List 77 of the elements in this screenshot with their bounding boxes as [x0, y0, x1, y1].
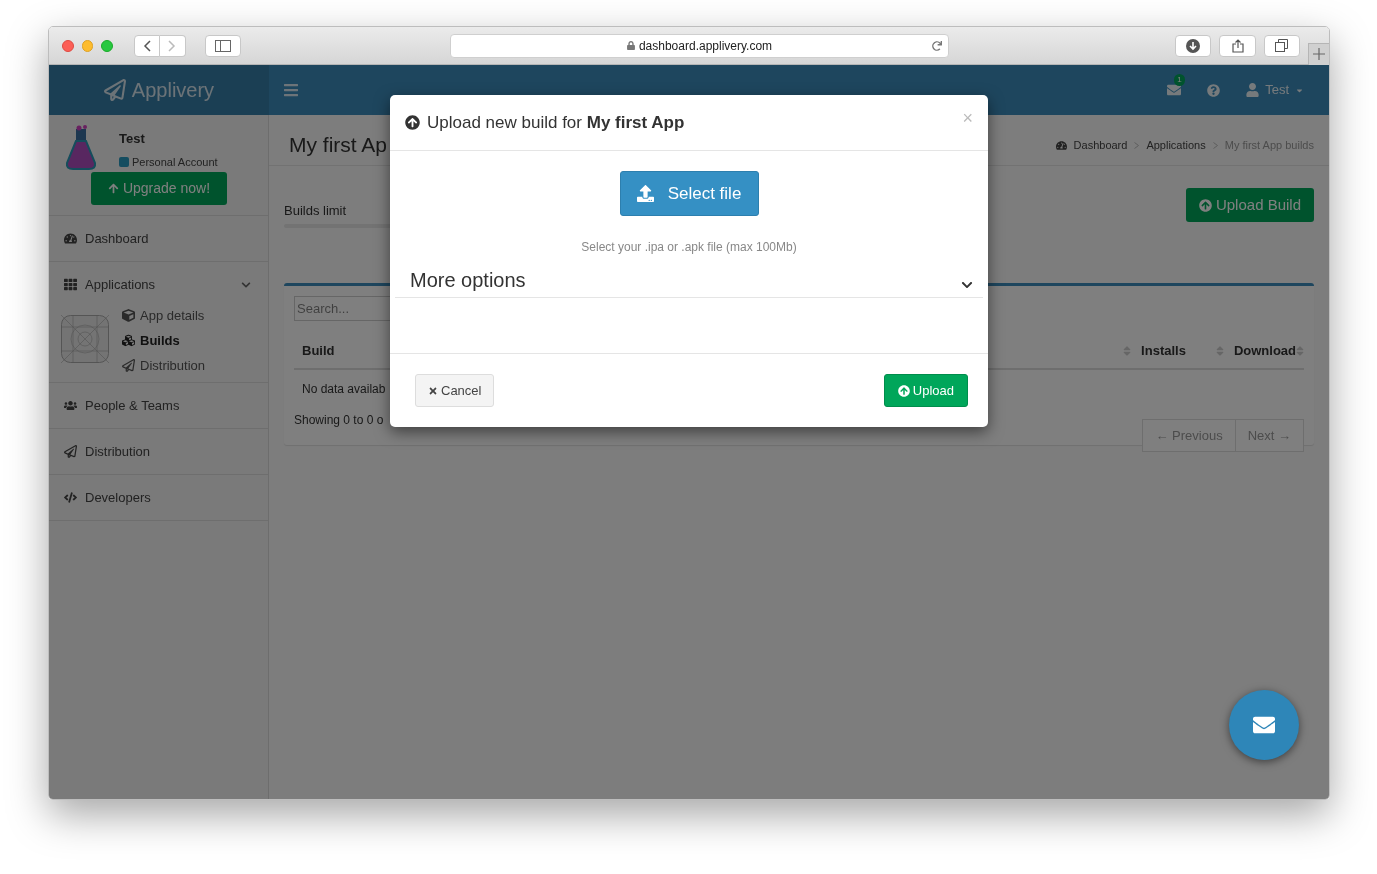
empty-table-message: No data availab: [302, 380, 386, 398]
notification-badge: 1: [1174, 74, 1185, 86]
tabs-button[interactable]: [1263, 34, 1301, 57]
breadcrumb-link[interactable]: Dashboard: [1073, 136, 1128, 154]
user-icon: [1246, 83, 1260, 97]
cancel-button[interactable]: Cancel: [415, 374, 495, 407]
close-window-icon[interactable]: [62, 39, 74, 52]
account-name: Test: [119, 130, 145, 148]
sort-icon[interactable]: [1296, 344, 1304, 357]
upload-build-button[interactable]: Upload Build: [1185, 188, 1314, 222]
upgrade-button[interactable]: Upgrade now!: [91, 172, 227, 205]
account-type-icon: [119, 157, 129, 168]
minimize-window-icon[interactable]: [81, 39, 94, 52]
nav-icon: [64, 399, 77, 412]
close-icon: [428, 385, 438, 396]
upload-tray-icon: [636, 185, 654, 202]
close-button[interactable]: ×: [962, 109, 973, 127]
sidebar-toggle-button[interactable]: [204, 34, 241, 57]
address-bar[interactable]: dashboard.applivery.com: [449, 33, 950, 58]
nav-icon: [64, 491, 77, 504]
sidebar-subitem[interactable]: Builds: [122, 328, 206, 353]
reload-icon[interactable]: [932, 40, 943, 51]
arrow-up-icon: [107, 183, 119, 194]
upload-icon: [1198, 198, 1212, 212]
sidebar-item[interactable]: Dashboard: [49, 216, 268, 261]
share-icon: [1231, 38, 1244, 53]
upload-button[interactable]: Upload: [883, 374, 968, 407]
nav-icon: [64, 278, 77, 291]
upload-icon: [897, 384, 910, 397]
sidebar-item[interactable]: People & Teams: [49, 383, 268, 428]
back-button[interactable]: [133, 34, 160, 57]
builds-limit-label: Builds limit: [284, 203, 347, 218]
sort-icon[interactable]: [1123, 344, 1132, 357]
new-tab-button[interactable]: [1308, 42, 1329, 65]
forward-button[interactable]: [159, 34, 186, 57]
subitem-icon: [122, 309, 135, 322]
chevron-left-icon: [142, 39, 151, 52]
subitem-icon: [122, 334, 135, 347]
upload-icon: [405, 115, 420, 130]
app-icon-placeholder: [61, 315, 109, 363]
page-title: My first Ap: [289, 132, 388, 159]
share-button[interactable]: [1219, 34, 1256, 57]
file-hint: Select your .ipa or .apk file (max 100Mb): [581, 239, 797, 256]
column-header[interactable]: Download: [1233, 340, 1296, 361]
sidebar-item[interactable]: Distribution: [49, 429, 268, 474]
paper-plane-logo-icon: [103, 79, 126, 101]
lock-icon: [626, 41, 635, 50]
nav-icon: [64, 232, 77, 245]
help-icon[interactable]: [1207, 83, 1221, 97]
nav-icon: [64, 445, 77, 458]
breadcrumb-link[interactable]: Applications: [1146, 136, 1206, 154]
dashboard-icon: [1055, 139, 1067, 151]
user-menu[interactable]: Test: [1246, 80, 1304, 100]
column-header[interactable]: Installs: [1141, 340, 1186, 361]
downloads-button[interactable]: [1175, 34, 1212, 57]
dialog-title: Upload new build for My first App: [427, 111, 685, 134]
sort-icon[interactable]: [1215, 344, 1224, 357]
chevron-right-icon: [168, 39, 177, 52]
envelope-icon: [1251, 714, 1277, 736]
separator-icon: [1134, 141, 1140, 149]
sidebar-item[interactable]: Developers: [49, 475, 268, 520]
tabs-icon: [1275, 39, 1289, 52]
account-type: Personal Account: [132, 155, 218, 170]
brand-name: Applivery: [131, 78, 215, 103]
separator-icon: [1212, 141, 1218, 149]
table-info: Showing 0 to 0 o: [294, 412, 384, 429]
zoom-window-icon[interactable]: [101, 39, 113, 52]
plus-icon: [1313, 48, 1326, 60]
column-header[interactable]: Build: [302, 340, 335, 361]
flask-avatar-icon: [65, 125, 97, 171]
sidebar-icon: [214, 39, 231, 52]
subitem-icon: [122, 359, 135, 372]
select-file-button[interactable]: Select file: [619, 171, 759, 216]
download-icon: [1186, 38, 1201, 53]
messages-icon[interactable]: [1167, 83, 1182, 97]
sidebar-subitem[interactable]: Distribution: [122, 353, 206, 378]
more-options-toggle[interactable]: More options: [395, 262, 983, 298]
